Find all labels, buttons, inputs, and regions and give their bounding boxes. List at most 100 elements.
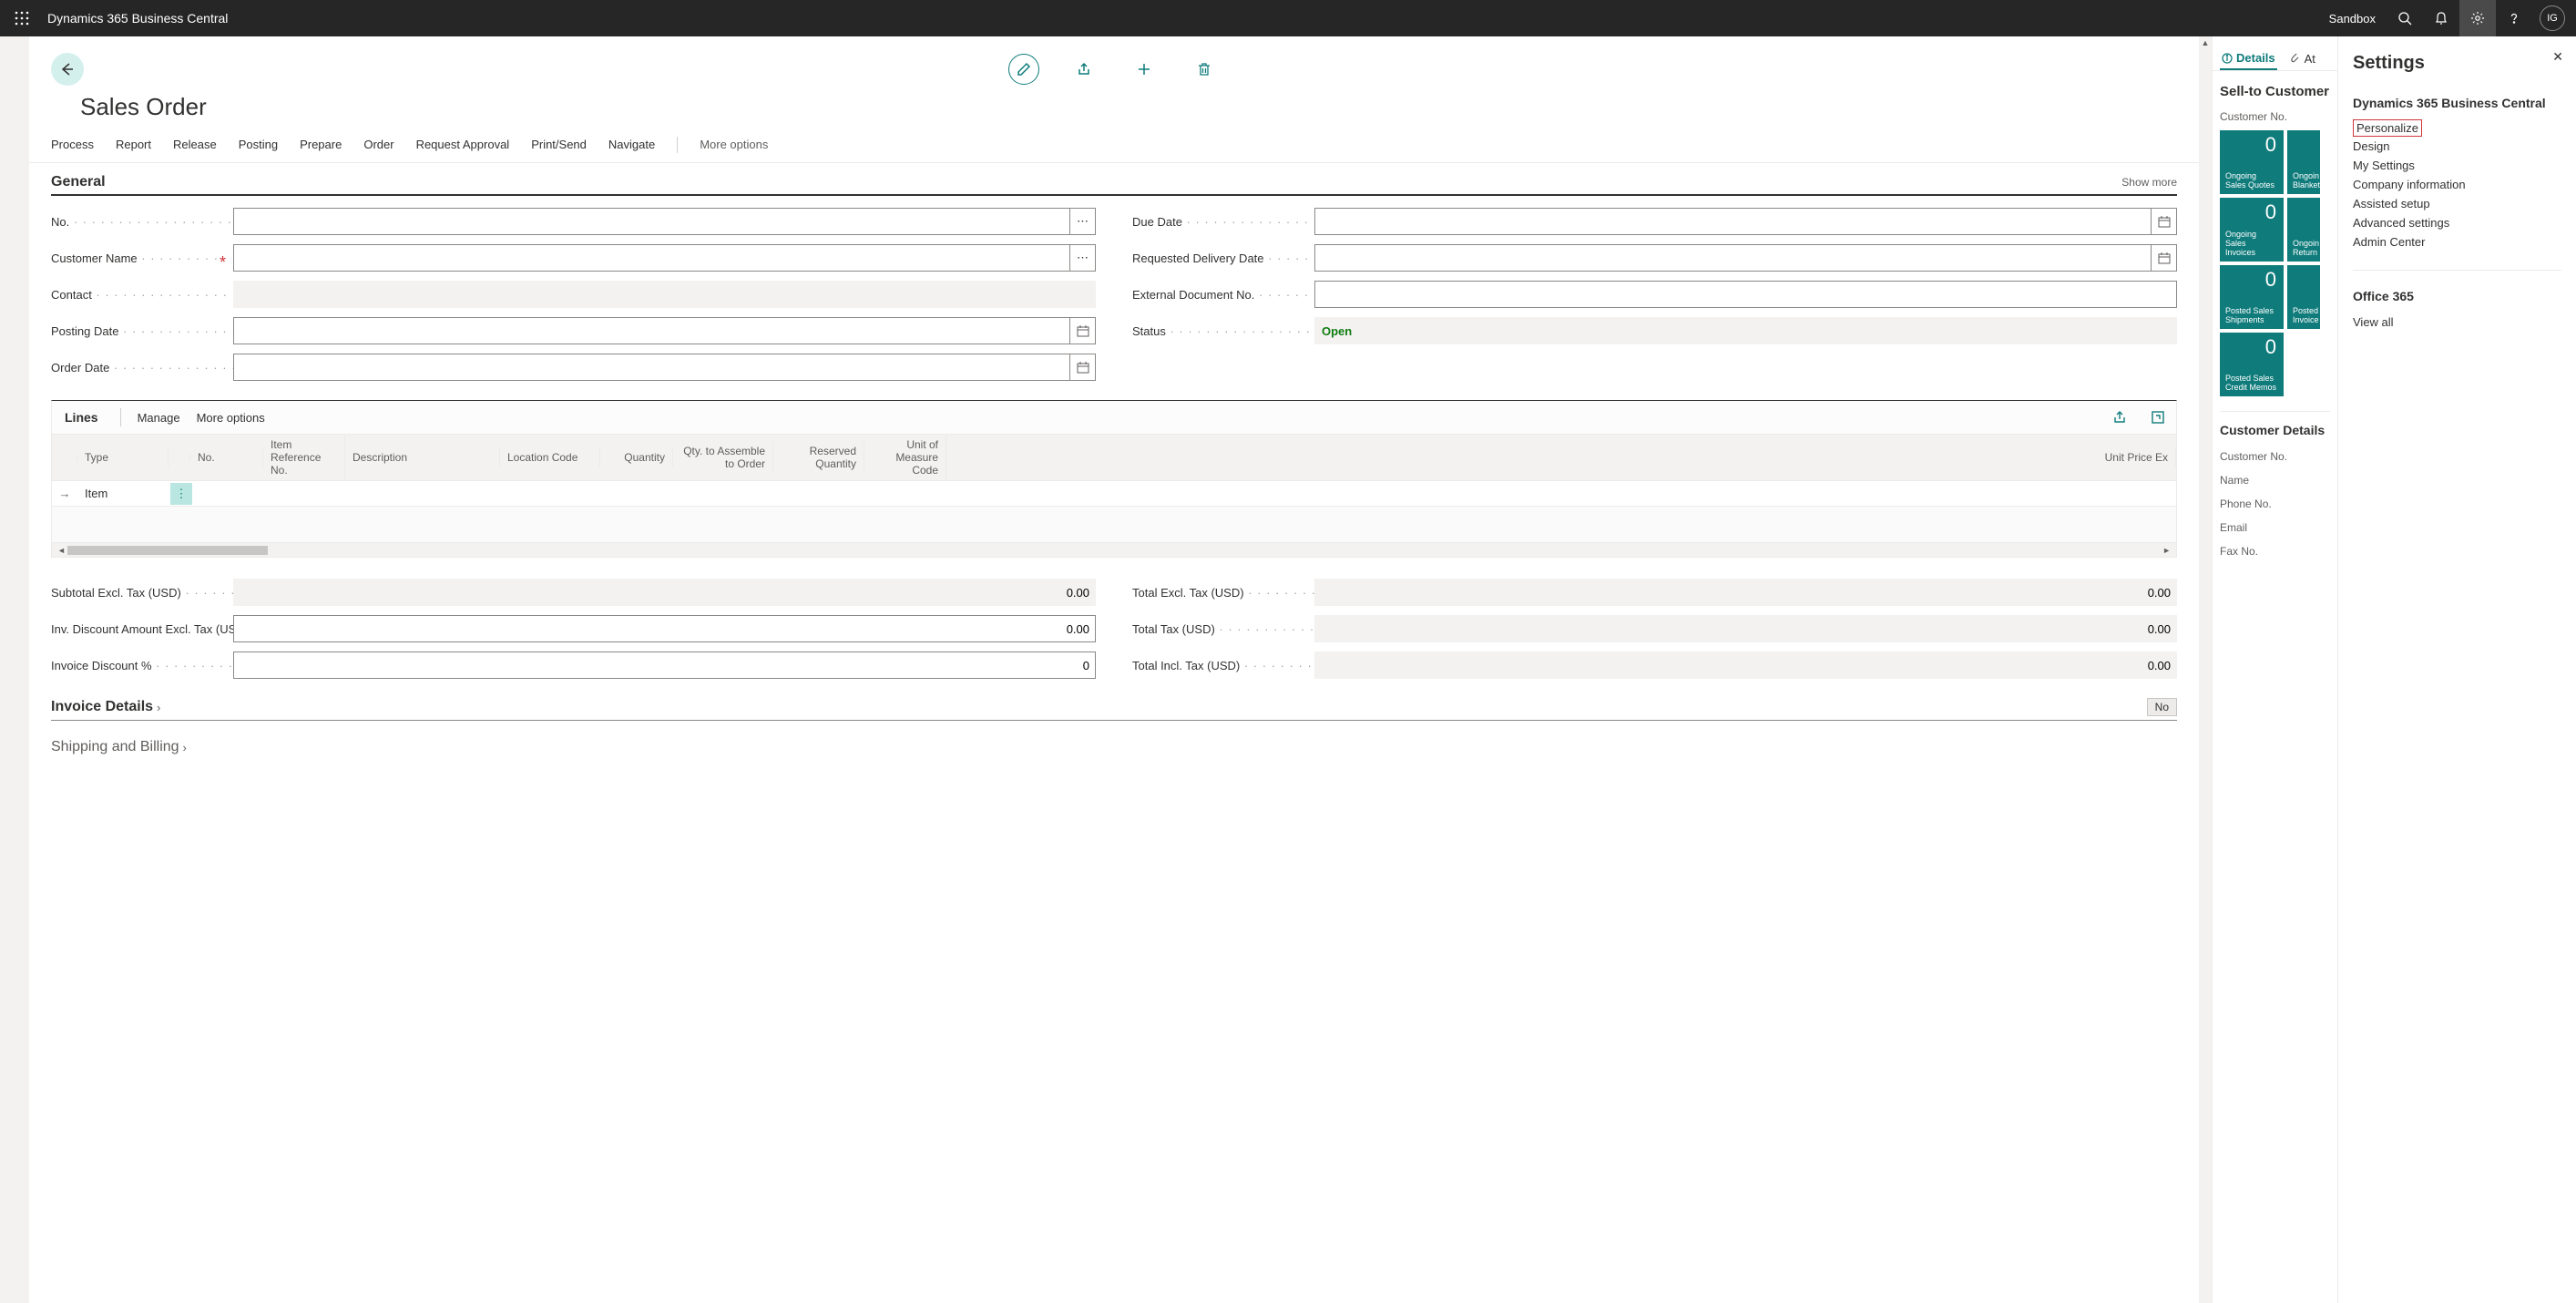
input-external-doc[interactable] bbox=[1314, 281, 2177, 308]
app-title: Dynamics 365 Business Central bbox=[47, 11, 228, 26]
col-description[interactable]: Description bbox=[345, 447, 500, 467]
lookup-no[interactable]: ⋯ bbox=[1070, 208, 1096, 235]
col-type[interactable]: Type bbox=[77, 447, 169, 467]
back-button[interactable] bbox=[51, 53, 84, 86]
lines-title[interactable]: Lines bbox=[59, 410, 104, 425]
label-subtotal: Subtotal Excl. Tax (USD) bbox=[51, 586, 181, 600]
search-button[interactable] bbox=[2387, 0, 2423, 36]
row-menu-button[interactable]: ⋮ bbox=[170, 483, 192, 505]
label-external-doc: External Document No. bbox=[1132, 288, 1254, 302]
settings-advanced[interactable]: Advanced settings bbox=[2353, 213, 2561, 232]
settings-admin-center[interactable]: Admin Center bbox=[2353, 232, 2561, 251]
share-button[interactable] bbox=[1068, 54, 1099, 85]
date-picker-posting[interactable] bbox=[1070, 317, 1096, 344]
app-launcher[interactable] bbox=[4, 0, 40, 36]
action-order[interactable]: Order bbox=[363, 134, 394, 155]
col-reserved[interactable]: Reserved Quantity bbox=[773, 441, 864, 474]
label-order-date: Order Date bbox=[51, 361, 109, 374]
col-qty-assemble[interactable]: Qty. to Assemble to Order bbox=[673, 441, 773, 474]
action-process[interactable]: Process bbox=[51, 134, 94, 155]
factbox-tab-details[interactable]: Details bbox=[2220, 47, 2277, 70]
col-item-ref[interactable]: Item Reference No. bbox=[263, 435, 345, 480]
show-more-link[interactable]: Show more bbox=[2121, 176, 2177, 189]
user-avatar[interactable]: IG bbox=[2540, 5, 2565, 31]
lookup-customer-name[interactable]: ⋯ bbox=[1070, 244, 1096, 272]
action-report[interactable]: Report bbox=[116, 134, 151, 155]
action-navigate[interactable]: Navigate bbox=[608, 134, 655, 155]
tile-posted-credit-memos[interactable]: 0Posted Sales Credit Memos bbox=[2220, 333, 2284, 396]
vertical-scrollbar[interactable]: ▲ bbox=[2199, 36, 2212, 1303]
col-uom[interactable]: Unit of Measure Code bbox=[864, 435, 946, 480]
section-general-title[interactable]: General bbox=[51, 174, 2121, 190]
lines-share-icon[interactable] bbox=[2109, 410, 2131, 425]
action-prepare[interactable]: Prepare bbox=[300, 134, 342, 155]
settings-button[interactable] bbox=[2459, 0, 2496, 36]
settings-title: Settings bbox=[2353, 53, 2561, 74]
chevron-right-icon: › bbox=[183, 741, 187, 754]
settings-company-info[interactable]: Company information bbox=[2353, 175, 2561, 194]
factbox-sell-to-title[interactable]: Sell-to Customer bbox=[2213, 71, 2337, 107]
action-release[interactable]: Release bbox=[173, 134, 217, 155]
date-picker-requested[interactable] bbox=[2152, 244, 2177, 272]
cell-type[interactable]: Item bbox=[77, 485, 169, 502]
tile-ongoing-quotes[interactable]: 0Ongoing Sales Quotes bbox=[2220, 130, 2284, 194]
tile-posted-invoice[interactable]: Posted Invoice bbox=[2287, 265, 2320, 329]
label-customer-name: Customer Name bbox=[51, 251, 138, 265]
label-due-date: Due Date bbox=[1132, 215, 1182, 229]
action-more-options[interactable]: More options bbox=[700, 134, 768, 155]
tile-ongoing-invoices[interactable]: 0Ongoing Sales Invoices bbox=[2220, 198, 2284, 262]
label-requested-delivery: Requested Delivery Date bbox=[1132, 251, 1264, 265]
edit-button[interactable] bbox=[1008, 54, 1039, 85]
value-total-incl bbox=[1314, 652, 2177, 679]
cust-detail-email: Email bbox=[2213, 516, 2337, 539]
delete-button[interactable] bbox=[1189, 54, 1220, 85]
section-shipping-billing[interactable]: Shipping and Billing bbox=[51, 739, 179, 755]
settings-group-bc: Dynamics 365 Business Central bbox=[2353, 96, 2561, 110]
input-posting-date[interactable] bbox=[233, 317, 1070, 344]
section-invoice-details[interactable]: Invoice Details bbox=[51, 699, 153, 715]
value-total-tax bbox=[1314, 615, 2177, 642]
required-icon: * bbox=[218, 253, 228, 265]
factbox-customer-details-title[interactable]: Customer Details bbox=[2213, 423, 2337, 445]
input-inv-disc-pct[interactable] bbox=[233, 652, 1096, 679]
col-no[interactable]: No. bbox=[190, 447, 263, 467]
lines-expand-icon[interactable] bbox=[2147, 410, 2169, 425]
col-unit-price[interactable]: Unit Price Ex bbox=[946, 447, 2176, 467]
action-posting[interactable]: Posting bbox=[239, 134, 278, 155]
horizontal-scrollbar[interactable]: ◄ ► bbox=[51, 543, 2177, 558]
settings-assisted-setup[interactable]: Assisted setup bbox=[2353, 194, 2561, 213]
label-total-excl: Total Excl. Tax (USD) bbox=[1132, 586, 1244, 600]
input-due-date[interactable] bbox=[1314, 208, 2152, 235]
notifications-button[interactable] bbox=[2423, 0, 2459, 36]
input-order-date[interactable] bbox=[233, 354, 1070, 381]
close-icon[interactable]: ✕ bbox=[2552, 49, 2563, 65]
col-location[interactable]: Location Code bbox=[500, 447, 600, 467]
input-customer-name[interactable] bbox=[233, 244, 1070, 272]
date-picker-due[interactable] bbox=[2152, 208, 2177, 235]
help-button[interactable] bbox=[2496, 0, 2532, 36]
cust-detail-name: Name bbox=[2213, 468, 2337, 492]
environment-label: Sandbox bbox=[2322, 12, 2383, 26]
label-posting-date: Posting Date bbox=[51, 324, 118, 338]
table-row[interactable]: → Item ⋮ bbox=[51, 481, 2177, 507]
input-requested-delivery[interactable] bbox=[1314, 244, 2152, 272]
tile-ongoing-return[interactable]: Ongoin Return bbox=[2287, 198, 2320, 262]
new-button[interactable] bbox=[1129, 54, 1160, 85]
action-print-send[interactable]: Print/Send bbox=[531, 134, 587, 155]
action-request-approval[interactable]: Request Approval bbox=[416, 134, 510, 155]
settings-view-all[interactable]: View all bbox=[2353, 313, 2561, 332]
input-no[interactable] bbox=[233, 208, 1070, 235]
tile-ongoing-blanket[interactable]: Ongoin Blanket bbox=[2287, 130, 2320, 194]
cust-detail-fax: Fax No. bbox=[2213, 539, 2337, 563]
chevron-right-icon: › bbox=[157, 701, 160, 714]
settings-my-settings[interactable]: My Settings bbox=[2353, 156, 2561, 175]
lines-manage[interactable]: Manage bbox=[138, 411, 180, 425]
col-quantity[interactable]: Quantity bbox=[600, 447, 673, 467]
tile-posted-shipments[interactable]: 0Posted Sales Shipments bbox=[2220, 265, 2284, 329]
settings-personalize[interactable]: Personalize bbox=[2353, 119, 2422, 137]
date-picker-order[interactable] bbox=[1070, 354, 1096, 381]
input-inv-disc-amt[interactable] bbox=[233, 615, 1096, 642]
lines-more[interactable]: More options bbox=[197, 411, 265, 425]
settings-design[interactable]: Design bbox=[2353, 137, 2561, 156]
factbox-tab-attachments[interactable]: At bbox=[2288, 47, 2317, 70]
